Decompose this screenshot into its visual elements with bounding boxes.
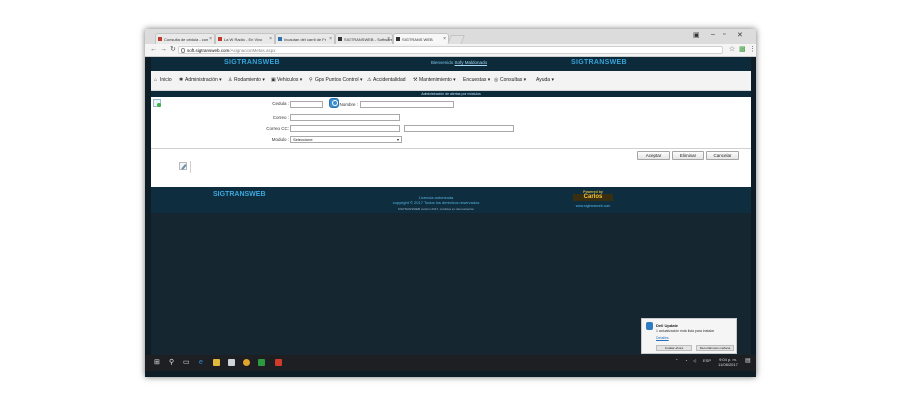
action-area: Aceptar Eliminar Cancelar — [151, 149, 751, 187]
correo-cc-input[interactable] — [290, 125, 400, 132]
browser-tab-radio[interactable]: La W Radio - En Vivo × — [215, 33, 275, 44]
tab-favicon-icon — [158, 37, 162, 41]
correo-label: Correo : — [272, 115, 289, 120]
browser-toolbar: ← → ↻ soft.sigtransweb.com/AsignacionMet… — [145, 44, 756, 57]
chevron-down-icon: ▾ — [396, 137, 399, 142]
back-icon[interactable]: ← — [150, 46, 157, 54]
eliminar-button[interactable]: Eliminar — [672, 151, 704, 160]
notification-details-link[interactable]: Detalles — [656, 336, 669, 340]
menu-item-mantenimiento[interactable]: ⚒ Mantenimiento ▾ — [413, 76, 456, 84]
bookmark-star-icon[interactable]: ☆ — [729, 46, 735, 54]
add-new-icon[interactable] — [153, 99, 161, 107]
tab-favicon-icon — [218, 37, 222, 41]
app-logo-right: SIGTRANSWEB — [571, 59, 627, 66]
clock[interactable]: 9:04 p. m. 11/08/2017 — [717, 357, 739, 367]
browser-tab-strip: Consulta de cédula - con × La W Radio - … — [145, 29, 756, 45]
menu-item-gps-puntos-control[interactable]: ⚲ Gps Puntos Control ▾ — [309, 76, 363, 84]
edge-browser-icon[interactable]: e — [199, 358, 203, 367]
chrome-icon[interactable] — [243, 359, 250, 366]
store-icon[interactable] — [228, 359, 235, 366]
tab-favicon-icon — [278, 37, 282, 41]
menu-item-accidentalidad[interactable]: ⚠ Accidentalidad — [367, 76, 406, 84]
screen: Consulta de cédula - con × La W Radio - … — [145, 29, 756, 377]
aceptar-button[interactable]: Aceptar — [637, 151, 670, 160]
profile-icon[interactable]: ▣ — [693, 31, 700, 39]
network-icon[interactable]: ◔ — [685, 358, 687, 363]
address-bar[interactable]: soft.sigtransweb.com/AsignacionMetas.asp… — [178, 46, 723, 54]
url-host: soft.sigtransweb.com — [187, 48, 230, 53]
action-center-icon[interactable]: ▤ — [745, 358, 751, 364]
powerpoint-icon[interactable] — [275, 359, 282, 366]
browser-tab-consulta[interactable]: Consulta de cédula - con × — [155, 33, 215, 44]
install-now-button[interactable]: Instalar ahora — [656, 345, 692, 351]
footer-license: Licencia autorizada copyright © 2017 Tod… — [392, 195, 480, 205]
maximize-icon[interactable]: ▫ — [723, 31, 725, 38]
powered-by-badge: Powered by Carlos — [573, 190, 613, 201]
menu-item-encuestas[interactable]: Encuestas ▾ — [463, 76, 490, 84]
modulo-label: Modulo : — [271, 137, 289, 142]
tab-close-icon[interactable]: × — [209, 34, 212, 44]
tab-favicon-icon — [396, 37, 400, 41]
main-menu: ⌂ Inicio ✱ Administración ▾ ♙ Rodamiento ▾ … — [151, 71, 751, 91]
correo-cc-extra-input[interactable] — [404, 125, 514, 132]
info-icon[interactable] — [181, 48, 185, 53]
menu-item-vehiculos[interactable]: ▣Vehiculos ▾ — [271, 76, 302, 84]
extension-icon[interactable]: ▩ — [739, 46, 746, 54]
task-view-icon[interactable]: ▭ — [183, 358, 190, 367]
search-icon[interactable]: ⚲ — [169, 358, 174, 367]
edit-icon[interactable] — [179, 162, 187, 170]
cedula-input[interactable] — [290, 101, 323, 108]
file-explorer-icon[interactable] — [213, 359, 220, 366]
correo-cc-label: Correo CC: — [266, 126, 289, 131]
windows-start-icon[interactable]: ⊞ — [154, 358, 160, 367]
remind-later-button[interactable]: Recordármelo mañana — [696, 345, 734, 351]
modulo-select[interactable]: Seleccione ▾ — [290, 136, 402, 143]
user-link[interactable]: Sofy Maldonado — [455, 60, 488, 65]
notification-message: 1 actualización está lista para instalar — [656, 329, 715, 333]
notification-title: Dell Update — [656, 323, 679, 328]
browser-tab-sigtrans-web[interactable]: SIGTRANS WEB × — [393, 33, 449, 44]
page-footer: SIGTRANSWEB Licencia autorizada copyrigh… — [151, 187, 751, 213]
tab-close-icon[interactable]: × — [329, 34, 332, 44]
app-header: SIGTRANSWEB Bienvenido Sofy Maldonado SI… — [151, 57, 751, 71]
forward-icon[interactable]: → — [160, 46, 167, 54]
vendor-logo: Carlos — [573, 194, 613, 201]
footer-version: SIGTRANSWEB versión 2017, módulos en dem… — [397, 207, 475, 211]
welcome-text: Bienvenido Sofy Maldonado — [431, 60, 488, 65]
footer-logo: SIGTRANSWEB — [213, 191, 266, 198]
menu-item-inicio[interactable]: ⌂ Inicio — [154, 76, 172, 84]
language-indicator[interactable]: ESP — [703, 358, 711, 363]
update-notification: Dell Update 1 actualización está lista p… — [641, 318, 737, 354]
cancelar-button[interactable]: Cancelar — [706, 151, 739, 160]
close-window-icon[interactable]: ✕ — [737, 31, 743, 39]
browser-tab-news[interactable]: Incautan del carril de Fr × — [275, 33, 335, 44]
minimize-icon[interactable]: – — [711, 31, 715, 38]
correo-input[interactable] — [290, 114, 400, 121]
excel-icon[interactable] — [258, 359, 265, 366]
menu-item-ayuda[interactable]: Ayuda ▾ — [536, 76, 554, 84]
browser-tab-sigtransweb-software[interactable]: SIGTRANSWEB - Software × — [335, 33, 393, 44]
tab-close-icon[interactable]: × — [387, 34, 390, 44]
tab-close-icon[interactable]: × — [269, 34, 272, 44]
reload-icon[interactable]: ↻ — [170, 46, 176, 54]
dell-update-icon — [646, 322, 653, 330]
volume-icon[interactable]: ◁ — [693, 358, 696, 363]
tray-overflow-icon[interactable]: ⌃ — [675, 358, 678, 363]
url-path: /AsignacionMetas.aspx — [229, 48, 276, 53]
menu-item-consultas[interactable]: ◎ Consultas ▾ — [494, 76, 526, 84]
nombre-label: Nombre : — [339, 102, 358, 107]
menu-item-administracion[interactable]: ✱ Administración ▾ — [179, 76, 222, 84]
tab-close-icon[interactable]: × — [443, 34, 446, 44]
windows-taskbar: ⊞ ⚲ ▭ e ⌃ ◔ ◁ ESP 9:04 p. m. 11/08/2017 … — [145, 355, 756, 371]
app-logo[interactable]: SIGTRANSWEB — [224, 59, 280, 66]
browser-menu-icon[interactable]: ⋮ — [749, 46, 756, 54]
menu-item-rodamiento[interactable]: ♙ Rodamiento ▾ — [228, 76, 265, 84]
footer-website-link[interactable]: www.sigtransweb.com — [571, 204, 615, 208]
cedula-label: Cedula : — [272, 101, 289, 106]
nombre-input[interactable] — [360, 101, 454, 108]
text-cursor — [190, 161, 191, 173]
web-page: SIGTRANSWEB Bienvenido Sofy Maldonado SI… — [151, 57, 751, 357]
tab-favicon-icon — [338, 37, 342, 41]
